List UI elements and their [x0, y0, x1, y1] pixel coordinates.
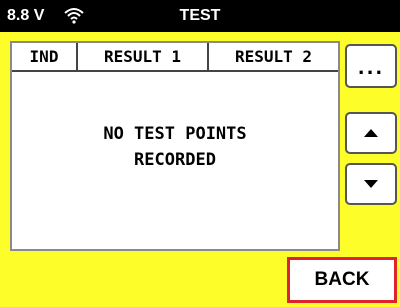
status-bar: 8.8 V TEST — [0, 0, 400, 32]
table-header: IND RESULT 1 RESULT 2 — [12, 43, 338, 72]
empty-state-message: NO TEST POINTS RECORDED — [12, 121, 338, 173]
screen-title: TEST — [179, 7, 221, 24]
empty-message-line-2: RECORDED — [134, 150, 216, 170]
arrow-down-icon — [364, 180, 378, 188]
column-header-result-2: RESULT 2 — [234, 47, 313, 66]
more-options-button[interactable]: ... — [345, 44, 397, 88]
column-header-result-1: RESULT 1 — [78, 43, 209, 70]
more-options-label: ... — [357, 57, 385, 79]
results-table: IND RESULT 1 RESULT 2 NO TEST POINTS REC… — [10, 41, 340, 251]
back-button[interactable]: BACK — [287, 257, 397, 303]
scroll-down-button[interactable] — [345, 163, 397, 205]
arrow-up-icon — [364, 129, 378, 137]
empty-message-line-1: NO TEST POINTS — [103, 124, 247, 144]
column-header-ind: IND — [12, 43, 78, 70]
scroll-up-button[interactable] — [345, 112, 397, 154]
